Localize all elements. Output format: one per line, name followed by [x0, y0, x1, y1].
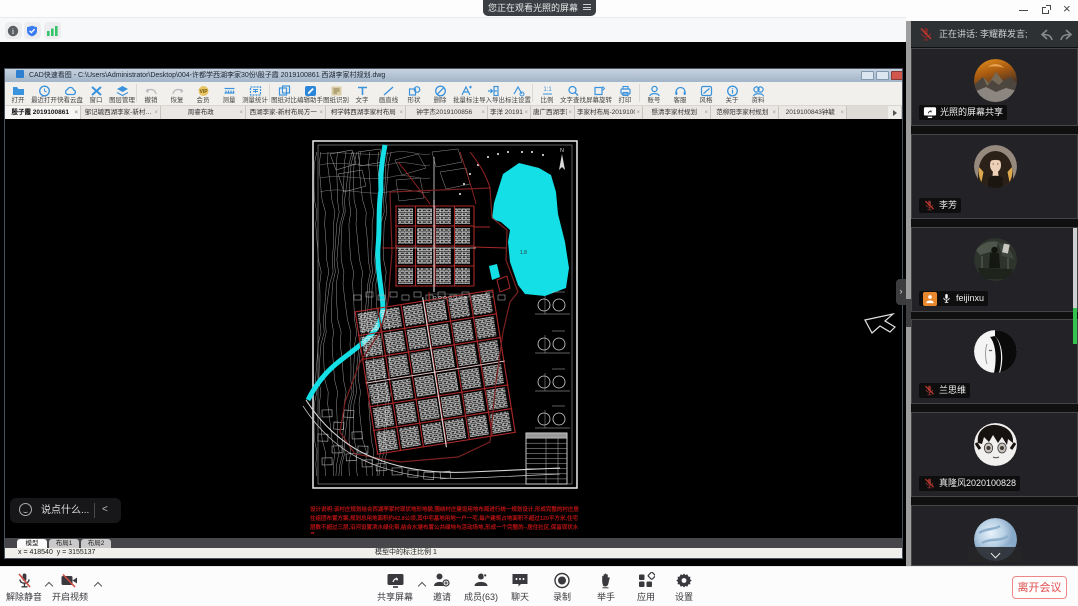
svg-text:1.8: 1.8 — [520, 250, 527, 256]
svg-text:N: N — [560, 148, 564, 154]
svg-text:1:1: 1:1 — [543, 87, 552, 93]
svg-text:VIP: VIP — [199, 89, 208, 95]
